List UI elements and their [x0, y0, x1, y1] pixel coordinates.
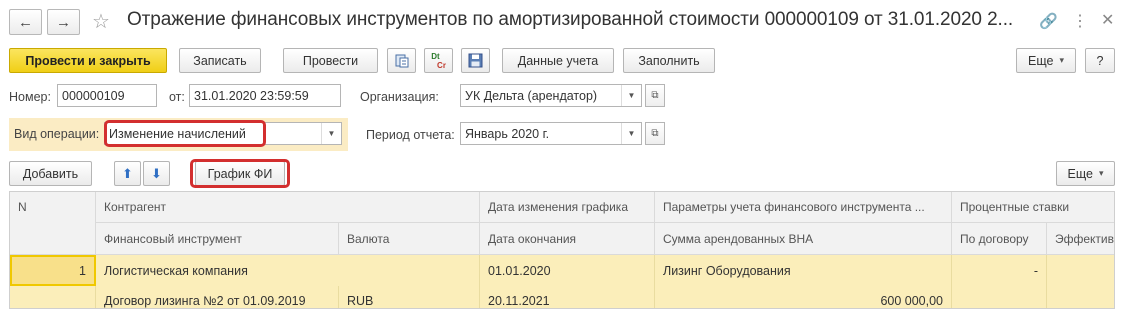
chevron-down-icon[interactable]: ▼ — [621, 85, 641, 106]
date-field[interactable]: 31.01.2020 23:59:59 — [189, 84, 341, 107]
favorite-star-icon[interactable]: ☆ — [92, 9, 110, 34]
kt-label: Cr — [437, 60, 446, 70]
header-n[interactable]: N — [10, 192, 96, 255]
cell-rate-effective[interactable] — [1047, 255, 1114, 286]
dt-label: Dt — [431, 51, 440, 61]
cell-change-date[interactable]: 01.01.2020 — [480, 255, 655, 286]
number-field[interactable]: 000000109 — [57, 84, 157, 107]
cell-n-blank[interactable] — [10, 286, 96, 308]
arrow-down-icon: ⬇ — [151, 165, 162, 181]
chevron-down-icon[interactable]: ▼ — [321, 123, 341, 144]
vertical-dots-icon[interactable]: ⋮ — [1072, 11, 1088, 31]
cell-params[interactable]: Лизинг Оборудования — [655, 255, 952, 286]
cell-end-date[interactable]: 20.11.2021 — [480, 286, 655, 308]
dt-kt-button[interactable]: Dt Cr — [424, 48, 453, 73]
arrow-right-icon: → — [56, 13, 71, 31]
open-icon: ⧉ — [651, 128, 659, 139]
header-interest-rates[interactable]: Процентные ставки — [952, 192, 1114, 223]
forward-button[interactable]: → — [47, 9, 80, 35]
write-button[interactable]: Записать — [179, 48, 261, 73]
more-button[interactable]: Еще — [1016, 48, 1076, 73]
header-params[interactable]: Параметры учета финансового инструмента … — [655, 192, 952, 223]
chevron-down-icon[interactable]: ▼ — [621, 123, 641, 144]
cell-rate-effective-2[interactable] — [1047, 286, 1114, 308]
period-label: Период отчета: — [366, 128, 455, 142]
organization-field[interactable]: УК Дельта (арендатор) ▼ — [460, 84, 642, 107]
number-label: Номер: — [9, 90, 51, 104]
table-more-button[interactable]: Еще — [1056, 161, 1115, 186]
cell-n[interactable]: 1 — [10, 255, 96, 286]
date-label: от: — [169, 90, 185, 104]
header-currency[interactable]: Валюта — [339, 223, 480, 255]
header-rate-effective[interactable]: Эффективн — [1047, 223, 1114, 255]
table-more-label: Еще — [1067, 166, 1093, 181]
link-icon[interactable]: 🔗 — [1039, 12, 1058, 30]
header-leased-amount[interactable]: Сумма арендованных ВНА — [655, 223, 952, 255]
structure-button[interactable] — [387, 48, 416, 73]
arrow-up-icon: ⬆ — [122, 165, 133, 181]
move-down-button[interactable]: ⬇ — [143, 161, 170, 186]
save-button[interactable] — [461, 48, 490, 73]
cell-amount[interactable]: 600 000,00 — [655, 286, 952, 308]
more-label: Еще — [1028, 53, 1054, 68]
floppy-disk-icon — [468, 53, 483, 68]
header-instrument[interactable]: Финансовый инструмент — [96, 223, 339, 255]
cell-rate-contract-2[interactable] — [952, 286, 1047, 308]
highlight-schedule-button — [190, 159, 290, 188]
header-rate-contract[interactable]: По договору — [952, 223, 1047, 255]
header-change-date[interactable]: Дата изменения графика — [480, 192, 655, 223]
post-button[interactable]: Провести — [283, 48, 378, 73]
header-end-date[interactable]: Дата окончания — [480, 223, 655, 255]
organization-value: УК Дельта (арендатор) — [465, 88, 598, 103]
organization-label: Организация: — [360, 90, 439, 104]
arrow-left-icon: ← — [18, 13, 33, 31]
add-button[interactable]: Добавить — [9, 161, 92, 186]
organization-open-button[interactable]: ⧉ — [645, 84, 665, 107]
operation-type-label: Вид операции: — [14, 127, 100, 141]
instruments-table: N Контрагент Дата изменения графика Пара… — [9, 191, 1115, 309]
move-up-button[interactable]: ⬆ — [114, 161, 141, 186]
back-button[interactable]: ← — [9, 9, 42, 35]
open-icon: ⧉ — [651, 90, 659, 101]
cell-counterparty[interactable]: Логистическая компания — [96, 255, 480, 286]
accounting-data-button[interactable]: Данные учета — [502, 48, 614, 73]
header-counterparty[interactable]: Контрагент — [96, 192, 480, 223]
period-value: Январь 2020 г. — [465, 126, 550, 141]
help-button[interactable]: ? — [1085, 48, 1115, 73]
close-icon[interactable]: ✕ — [1101, 10, 1114, 30]
cell-currency[interactable]: RUB — [339, 286, 480, 308]
fill-button[interactable]: Заполнить — [623, 48, 715, 73]
cell-instrument[interactable]: Договор лизинга №2 от 01.09.2019 — [96, 286, 339, 308]
highlight-operation-type — [104, 120, 266, 147]
document-structure-icon — [395, 54, 408, 67]
page-title: Отражение финансовых инструментов по амо… — [127, 9, 1014, 30]
cell-rate-contract[interactable]: - — [952, 255, 1047, 286]
post-and-close-button[interactable]: Провести и закрыть — [9, 48, 167, 73]
period-open-button[interactable]: ⧉ — [645, 122, 665, 145]
period-field[interactable]: Январь 2020 г. ▼ — [460, 122, 642, 145]
